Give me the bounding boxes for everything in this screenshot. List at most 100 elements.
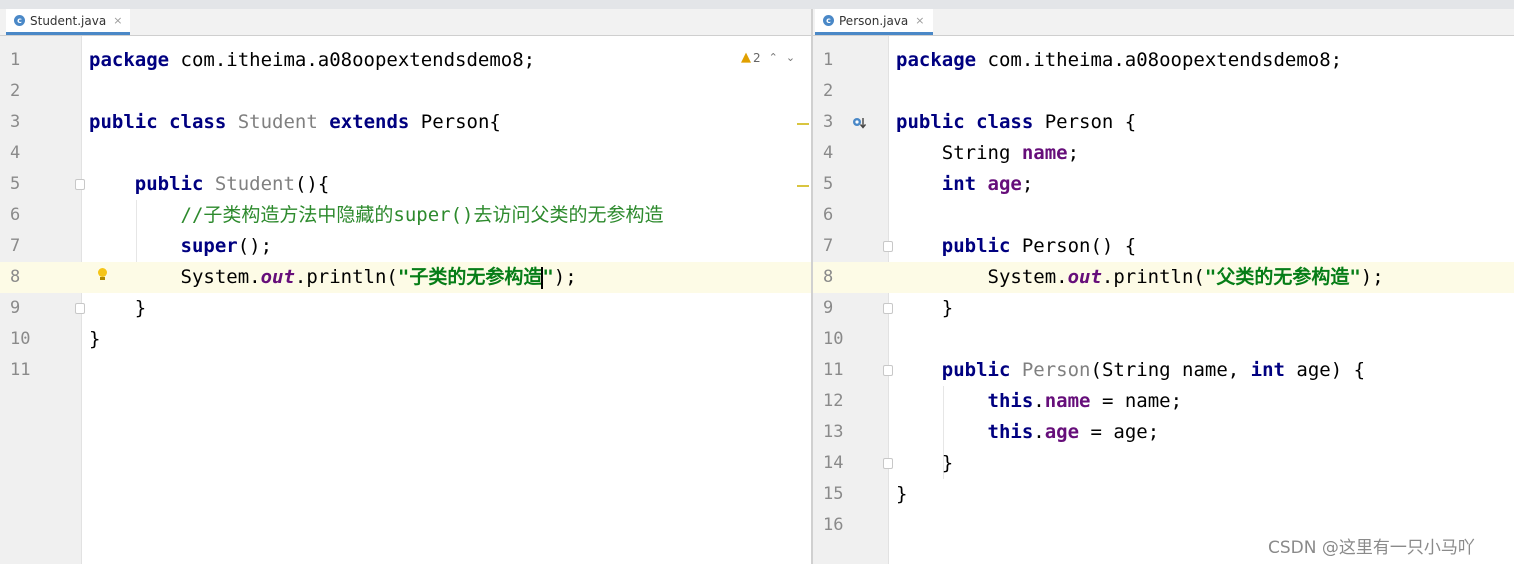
line-number: 3 [823,112,834,132]
code-token: System. [89,266,261,288]
code-line[interactable]: 12 this.name = name; [813,386,1514,417]
code-token: = age; [1079,421,1160,443]
code-token: Student [214,173,295,195]
code-text[interactable]: this.name = name; [896,386,1183,417]
line-number: 15 [823,484,844,504]
overridden-method-icon[interactable] [852,115,867,129]
code-text[interactable]: public class Person { [896,107,1136,138]
line-number: 1 [823,50,834,70]
editor-pane-person[interactable]: c Person.java × 1 package com.itheima.a08… [813,9,1514,564]
code-line[interactable]: 5 public Student(){ [0,169,811,200]
code-text[interactable]: } [896,293,953,324]
code-line[interactable]: 2 [813,76,1514,107]
code-token: Person [1021,359,1091,381]
code-text[interactable]: } [89,293,146,324]
code-line[interactable]: 3 public class Person { [813,107,1514,138]
line-number: 7 [10,236,21,256]
code-text[interactable]: System.out.println("父类的无参构造"); [896,262,1384,293]
code-token: Person{ [409,111,501,133]
fold-marker-icon[interactable] [883,458,893,469]
code-token: Person() { [1010,235,1137,257]
code-line[interactable]: 10} [0,324,811,355]
code-line[interactable]: 15} [813,479,1514,510]
code-text[interactable]: int age; [896,169,1034,200]
tab-label: Student.java [30,13,107,28]
code-text[interactable]: } [896,479,907,510]
code-token: .println( [294,266,398,288]
fold-marker-icon[interactable] [75,303,85,314]
java-class-icon: c [823,15,834,26]
code-line[interactable]: 1 package com.itheima.a08oopextendsdemo8; [813,45,1514,76]
code-text[interactable]: package com.itheima.a08oopextendsdemo8; [896,45,1342,76]
editor-pane-student[interactable]: c Student.java × ▲ 2 ⌃ ⌄ 1 package com.it… [0,9,811,564]
code-line[interactable]: 2 [0,76,811,107]
code-text[interactable]: System.out.println("子类的无参构造"); [89,262,577,293]
code-line[interactable]: 3 public class Student extends Person{ [0,107,811,138]
code-line[interactable]: 9 } [0,293,811,324]
line-number: 1 [10,50,21,70]
code-line[interactable]: 6 [813,200,1514,231]
code-text[interactable]: } [896,448,953,479]
fold-marker-icon[interactable] [883,303,893,314]
code-line[interactable]: 1 package com.itheima.a08oopextendsdemo8; [0,45,811,76]
line-number: 5 [10,174,21,194]
line-number: 3 [10,112,21,132]
code-line[interactable]: 8 System.out.println("父类的无参构造"); [813,262,1514,293]
fold-marker-icon[interactable] [883,241,893,252]
line-number: 8 [823,267,834,287]
code-token: public class [89,111,227,133]
code-token: age) { [1284,359,1366,381]
code-token: } [89,297,147,319]
code-token: out [1067,266,1102,288]
code-line[interactable]: 11 [0,355,811,386]
code-token: ; [1067,142,1080,164]
code-line[interactable]: 4 [0,138,811,169]
code-line[interactable]: 9 } [813,293,1514,324]
lightbulb-icon[interactable] [97,268,107,280]
code-text[interactable]: package com.itheima.a08oopextendsdemo8; [89,45,535,76]
code-line[interactable]: 4 String name; [813,138,1514,169]
code-line[interactable]: 11 public Person(String name, int age) { [813,355,1514,386]
code-text[interactable]: public Person() { [896,231,1136,262]
code-token: Student [237,111,318,133]
line-number: 9 [10,298,21,318]
code-token: System. [896,266,1068,288]
code-token: out [260,266,295,288]
code-line[interactable]: 7 public Person() { [813,231,1514,262]
code-token: super [180,235,238,257]
line-number: 13 [823,422,844,442]
code-line[interactable]: 10 [813,324,1514,355]
tab-student-java[interactable]: c Student.java × [6,9,131,35]
code-text[interactable]: } [89,324,100,355]
code-text[interactable]: public class Student extends Person{ [89,107,501,138]
code-token: . [1033,421,1045,443]
close-tab-icon[interactable]: × [915,14,924,27]
code-token: int [1250,359,1285,381]
code-line[interactable]: 5 int age; [813,169,1514,200]
code-text[interactable]: public Person(String name, int age) { [896,355,1365,386]
code-line[interactable]: 13 this.age = age; [813,417,1514,448]
fold-marker-icon[interactable] [75,179,85,190]
code-token: ); [553,266,577,288]
code-text[interactable]: public Student(){ [89,169,330,200]
tab-person-java[interactable]: c Person.java × [815,9,933,35]
code-text[interactable]: this.age = age; [896,417,1160,448]
line-number: 14 [823,453,844,473]
code-line[interactable]: 14 } [813,448,1514,479]
code-text[interactable]: //子类构造方法中隐藏的super()去访问父类的无参构造 [89,200,664,231]
code-line[interactable]: 6 //子类构造方法中隐藏的super()去访问父类的无参构造 [0,200,811,231]
code-text[interactable]: String name; [896,138,1079,169]
code-line[interactable]: 8 System.out.println("子类的无参构造"); [0,262,811,293]
code-line[interactable]: 7 super(); [0,231,811,262]
fold-marker-icon[interactable] [883,365,893,376]
code-token: } [896,452,954,474]
close-tab-icon[interactable]: × [113,14,122,27]
code-token: public [941,235,1011,257]
code-text[interactable]: super(); [89,231,273,262]
